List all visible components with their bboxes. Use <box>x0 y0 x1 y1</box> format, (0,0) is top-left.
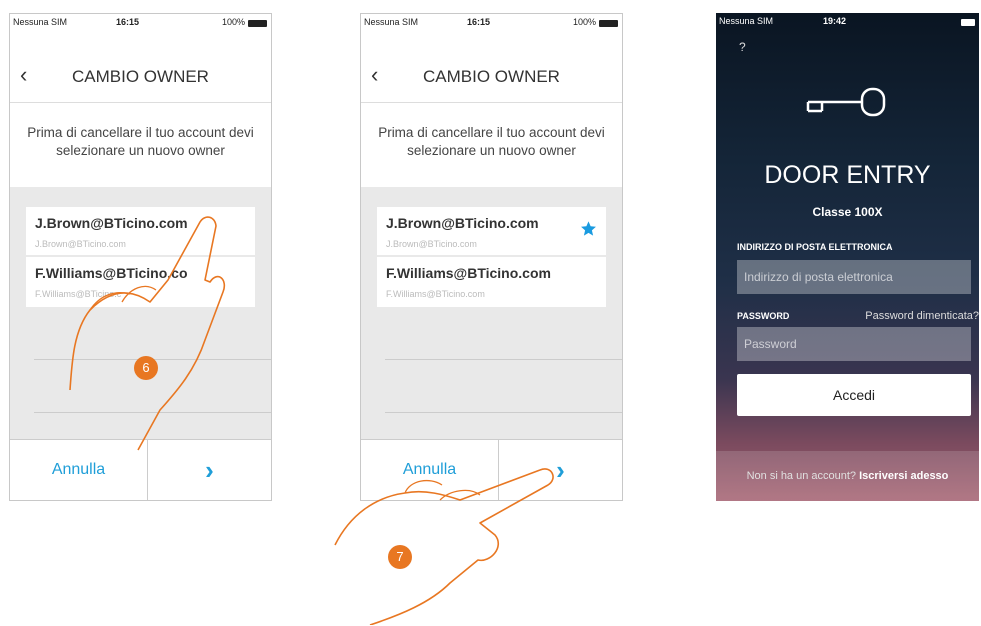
page-title: CAMBIO OWNER <box>72 67 209 86</box>
account-email: J.Brown@BTicino.com <box>386 215 539 231</box>
carrier-label: Nessuna SIM <box>364 17 419 27</box>
instruction-text: Prima di cancellare il tuo account devi … <box>378 125 605 158</box>
hand-pointer-icon <box>69 216 226 451</box>
carrier-label: Nessuna SIM <box>719 16 774 26</box>
signup-bar: Non si ha un account? Iscriversi adesso <box>716 451 979 501</box>
signup-text: Non si ha un account? <box>746 470 857 482</box>
key-icon <box>806 87 886 117</box>
hand-pointer-icon <box>334 468 554 625</box>
carrier-label: Nessuna SIM <box>13 17 68 27</box>
app-subtitle: Classe 100X <box>812 205 883 219</box>
list-item[interactable]: F.Williams@BTicino.com F.Williams@BTicin… <box>377 257 606 307</box>
page-title: CAMBIO OWNER <box>423 67 560 86</box>
password-field[interactable]: Password <box>737 327 971 361</box>
star-icon <box>581 221 596 236</box>
battery-icon <box>248 20 267 27</box>
divider <box>385 359 622 360</box>
phone-screen-change-owner-selected: Nessuna SIM 16:15 100% ‹ CAMBIO OWNER Pr… <box>360 13 623 501</box>
battery-label: 100% <box>221 17 245 27</box>
status-bar: Nessuna SIM 16:15 100% <box>10 14 271 32</box>
instruction-text: Prima di cancellare il tuo account devi … <box>27 125 254 158</box>
owner-list: J.Brown@BTicino.com J.Brown@BTicino.com … <box>361 187 622 442</box>
email-label: INDIRIZZO DI POSTA ELETTRONICA <box>737 242 893 252</box>
list-item[interactable]: J.Brown@BTicino.com J.Brown@BTicino.com <box>377 207 606 255</box>
phone-screen-login: Nessuna SIM 19:42 ? DOOR ENTRY Classe 10… <box>716 13 979 501</box>
account-sub: F.Williams@BTicino.com <box>386 289 485 299</box>
login-button[interactable]: Accedi <box>737 374 971 416</box>
step-badge: 6 <box>134 356 158 380</box>
email-field[interactable]: Indirizzo di posta elettronica <box>737 260 971 294</box>
battery-icon <box>599 20 618 27</box>
status-bar: Nessuna SIM 19:42 <box>716 13 979 31</box>
time-label: 16:15 <box>467 17 491 27</box>
signup-link[interactable]: Iscriversi adesso <box>859 470 948 482</box>
account-email: F.Williams@BTicino.com <box>386 265 551 281</box>
password-label: PASSWORD <box>737 311 790 321</box>
forgot-password-link[interactable]: Password dimenticata? <box>865 310 979 322</box>
status-bar: Nessuna SIM 16:15 100% <box>361 14 622 32</box>
divider <box>385 412 622 413</box>
battery-label: 100% <box>572 17 596 27</box>
battery-icon <box>961 19 975 26</box>
time-label: 16:15 <box>116 17 140 27</box>
app-name: DOOR ENTRY <box>764 161 931 189</box>
time-label: 19:42 <box>823 16 847 26</box>
nav-bar: ‹ CAMBIO OWNER <box>361 52 622 103</box>
account-sub: J.Brown@BTicino.com <box>386 239 477 249</box>
help-icon[interactable]: ? <box>739 40 746 54</box>
step-badge: 7 <box>388 545 412 569</box>
nav-bar: ‹ CAMBIO OWNER <box>10 52 271 103</box>
